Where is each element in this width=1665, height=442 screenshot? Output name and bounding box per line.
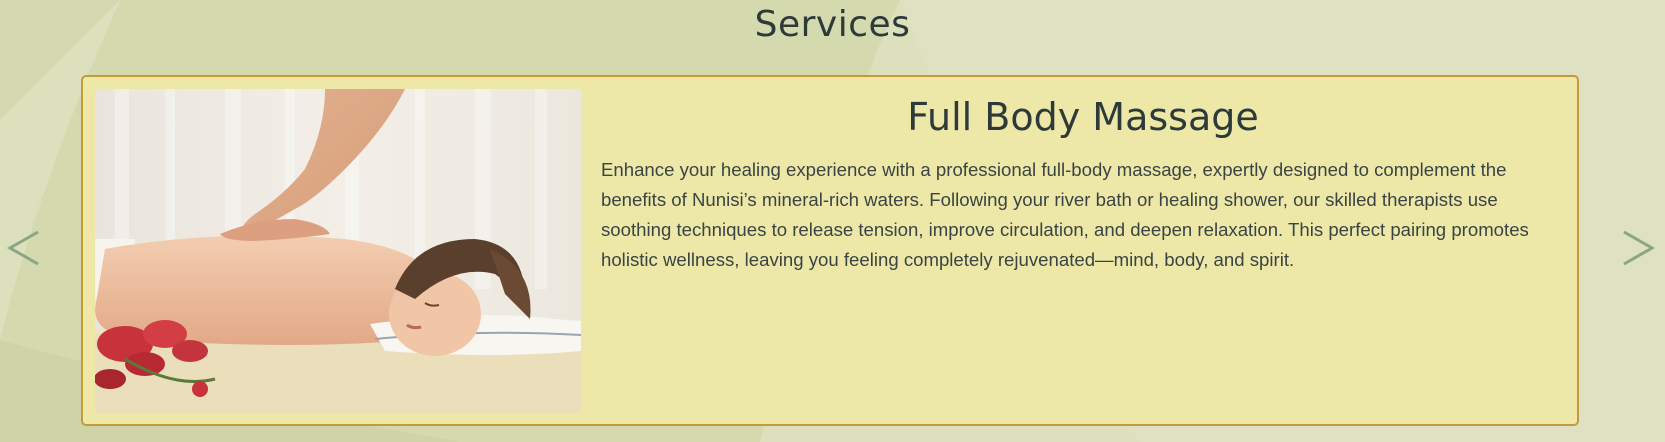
- carousel-prev-button[interactable]: [2, 218, 46, 278]
- service-title: Full Body Massage: [907, 95, 1259, 139]
- chevron-left-icon: [6, 230, 39, 266]
- section-title: Services: [754, 4, 911, 45]
- service-card: Full Body Massage Enhance your healing e…: [81, 75, 1579, 426]
- massage-image: [95, 89, 581, 413]
- service-description: Enhance your healing experience with a p…: [601, 159, 1529, 270]
- chevron-right-icon: [1623, 230, 1656, 266]
- carousel-next-button[interactable]: [1616, 218, 1660, 278]
